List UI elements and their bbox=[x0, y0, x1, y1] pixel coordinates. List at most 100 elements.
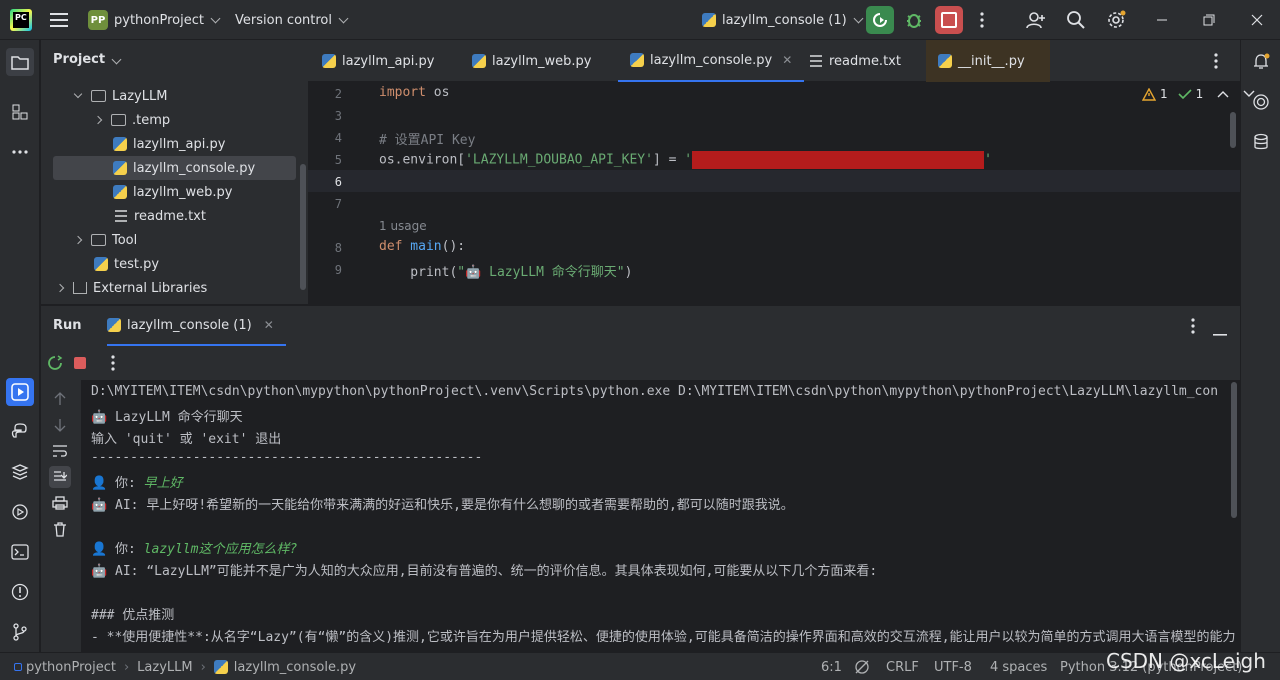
run-more-icon[interactable] bbox=[111, 355, 115, 375]
tab-init[interactable]: __init__.py bbox=[926, 40, 1050, 82]
tab-label: lazyllm_console.py bbox=[650, 52, 773, 68]
stop-icon[interactable] bbox=[74, 357, 86, 369]
console-output[interactable]: D:\MYITEM\ITEM\csdn\python\mypython\pyth… bbox=[81, 380, 1240, 652]
close-window-icon[interactable] bbox=[1251, 0, 1263, 40]
python-console-icon[interactable] bbox=[8, 420, 32, 444]
trash-icon[interactable] bbox=[53, 522, 67, 541]
folder-icon bbox=[91, 90, 106, 102]
breadcrumb-separator: › bbox=[123, 659, 130, 675]
breadcrumb-project[interactable]: pythonProject bbox=[26, 660, 116, 675]
debug-icon[interactable] bbox=[904, 0, 924, 40]
tree-file-lazyllm-web[interactable]: lazyllm_web.py bbox=[113, 180, 232, 204]
tab-options-icon[interactable] bbox=[1214, 40, 1218, 82]
app-logo-icon[interactable]: PC bbox=[10, 0, 32, 40]
version-control-icon[interactable] bbox=[8, 620, 32, 644]
structure-tool-icon[interactable] bbox=[8, 100, 32, 124]
inspection-widget[interactable]: 1 1 bbox=[1142, 87, 1255, 101]
indent-setting[interactable]: 4 spaces bbox=[990, 653, 1047, 680]
python-file-icon bbox=[113, 185, 127, 199]
close-run-tab-icon[interactable]: ✕ bbox=[264, 318, 274, 332]
line-number: 2 bbox=[334, 87, 342, 101]
tree-folder-tool[interactable]: Tool bbox=[75, 228, 137, 252]
project-panel-title[interactable]: Project bbox=[53, 52, 120, 67]
console-command-line: D:\MYITEM\ITEM\csdn\python\mypython\pyth… bbox=[91, 384, 1219, 399]
code-editor[interactable]: 2 3 4 5 6 7 8 9 import os # 设置API Key os… bbox=[308, 82, 1255, 304]
search-icon[interactable] bbox=[1066, 0, 1086, 40]
breadcrumb-file[interactable]: lazyllm_console.py bbox=[234, 660, 356, 675]
usage-hint[interactable]: 1 usage bbox=[379, 219, 427, 233]
tab-readme[interactable]: readme.txt bbox=[810, 40, 901, 82]
add-user-icon[interactable] bbox=[1026, 0, 1046, 40]
console-bullet: - **使用便捷性**:从名字“Lazy”(有“懒”的含义)推测,它或许旨在为用… bbox=[91, 630, 1236, 645]
rerun-icon[interactable] bbox=[47, 355, 63, 375]
tree-folder-temp[interactable]: .temp bbox=[95, 108, 170, 132]
text-file-icon bbox=[810, 55, 822, 67]
python-file-icon bbox=[630, 53, 644, 67]
tree-label: .temp bbox=[132, 112, 171, 128]
version-control-menu[interactable]: Version control bbox=[235, 0, 347, 40]
line-number: 9 bbox=[334, 263, 342, 277]
vcs-off-icon[interactable] bbox=[854, 653, 870, 680]
console-separator: ----------------------------------------… bbox=[91, 450, 483, 465]
hide-panel-icon[interactable] bbox=[1213, 325, 1227, 340]
run-tool-icon[interactable] bbox=[6, 378, 34, 406]
console-scrollbar[interactable] bbox=[1231, 382, 1237, 518]
python-packages-icon[interactable] bbox=[8, 460, 32, 484]
check-count: 1 bbox=[1195, 87, 1204, 101]
editor-scrollbar[interactable] bbox=[1230, 112, 1236, 148]
run-config-selector[interactable]: lazyllm_console (1) bbox=[702, 0, 862, 40]
line-separator[interactable]: CRLF bbox=[886, 653, 919, 680]
tree-label: LazyLLM bbox=[112, 88, 168, 104]
tree-external-libraries[interactable]: External Libraries bbox=[57, 276, 207, 300]
run-options-icon[interactable] bbox=[1191, 318, 1195, 338]
database-icon[interactable] bbox=[1249, 130, 1273, 154]
tree-file-readme[interactable]: readme.txt bbox=[115, 204, 206, 228]
tab-lazyllm-console[interactable]: lazyllm_console.py ✕ bbox=[618, 40, 805, 82]
line-number: 8 bbox=[334, 241, 342, 255]
project-scrollbar[interactable] bbox=[300, 164, 306, 290]
restore-icon[interactable] bbox=[1203, 0, 1215, 40]
tree-file-test[interactable]: test.py bbox=[94, 252, 159, 276]
tab-lazyllm-api[interactable]: lazyllm_api.py bbox=[322, 40, 434, 82]
stop-button[interactable] bbox=[935, 0, 963, 40]
tab-lazyllm-web[interactable]: lazyllm_web.py bbox=[472, 40, 591, 82]
file-encoding[interactable]: UTF-8 bbox=[934, 653, 972, 680]
more-actions-icon[interactable] bbox=[980, 0, 984, 40]
redacted-api-key bbox=[692, 151, 985, 169]
close-tab-icon[interactable]: ✕ bbox=[782, 53, 792, 67]
notifications-bell-icon[interactable] bbox=[1249, 50, 1273, 74]
problems-icon[interactable] bbox=[8, 580, 32, 604]
tree-file-lazyllm-console[interactable]: lazyllm_console.py bbox=[53, 156, 296, 180]
scroll-up-icon[interactable] bbox=[54, 392, 66, 410]
terminal-icon[interactable] bbox=[8, 540, 32, 564]
folder-icon bbox=[91, 234, 106, 246]
breadcrumb-folder[interactable]: LazyLLM bbox=[137, 660, 192, 675]
scroll-to-end-icon[interactable] bbox=[49, 466, 71, 488]
more-tools-icon[interactable] bbox=[8, 140, 32, 164]
python-file-icon bbox=[938, 54, 952, 68]
tree-label: readme.txt bbox=[134, 208, 206, 224]
project-selector[interactable]: PP pythonProject bbox=[88, 0, 219, 40]
tab-label: lazyllm_web.py bbox=[492, 53, 592, 69]
tree-folder-lazyllm[interactable]: LazyLLM bbox=[75, 84, 167, 108]
version-control-label: Version control bbox=[235, 12, 332, 28]
print-icon[interactable] bbox=[52, 496, 68, 514]
main-menu-icon[interactable] bbox=[50, 0, 68, 40]
current-line-highlight bbox=[308, 170, 1240, 192]
rerun-button[interactable] bbox=[866, 0, 894, 40]
line-number: 6 bbox=[334, 175, 342, 189]
services-icon[interactable] bbox=[8, 500, 32, 524]
caret-position[interactable]: 6:1 bbox=[821, 653, 842, 680]
run-tab-lazyllm-console[interactable]: lazyllm_console (1) ✕ bbox=[107, 306, 286, 346]
code-line-5: os.environ['LAZYLLM_DOUBAO_API_KEY'] = '… bbox=[379, 151, 992, 169]
scroll-down-icon[interactable] bbox=[54, 418, 66, 436]
minimize-icon[interactable] bbox=[1156, 0, 1168, 40]
soft-wrap-icon[interactable] bbox=[52, 444, 68, 462]
python-file-icon bbox=[94, 257, 108, 271]
tree-label: External Libraries bbox=[93, 280, 208, 296]
settings-gear-icon[interactable] bbox=[1106, 0, 1126, 40]
project-tool-icon[interactable] bbox=[6, 48, 34, 76]
tree-file-lazyllm-api[interactable]: lazyllm_api.py bbox=[113, 132, 225, 156]
python-file-icon bbox=[472, 54, 486, 68]
python-file-icon bbox=[113, 161, 127, 175]
